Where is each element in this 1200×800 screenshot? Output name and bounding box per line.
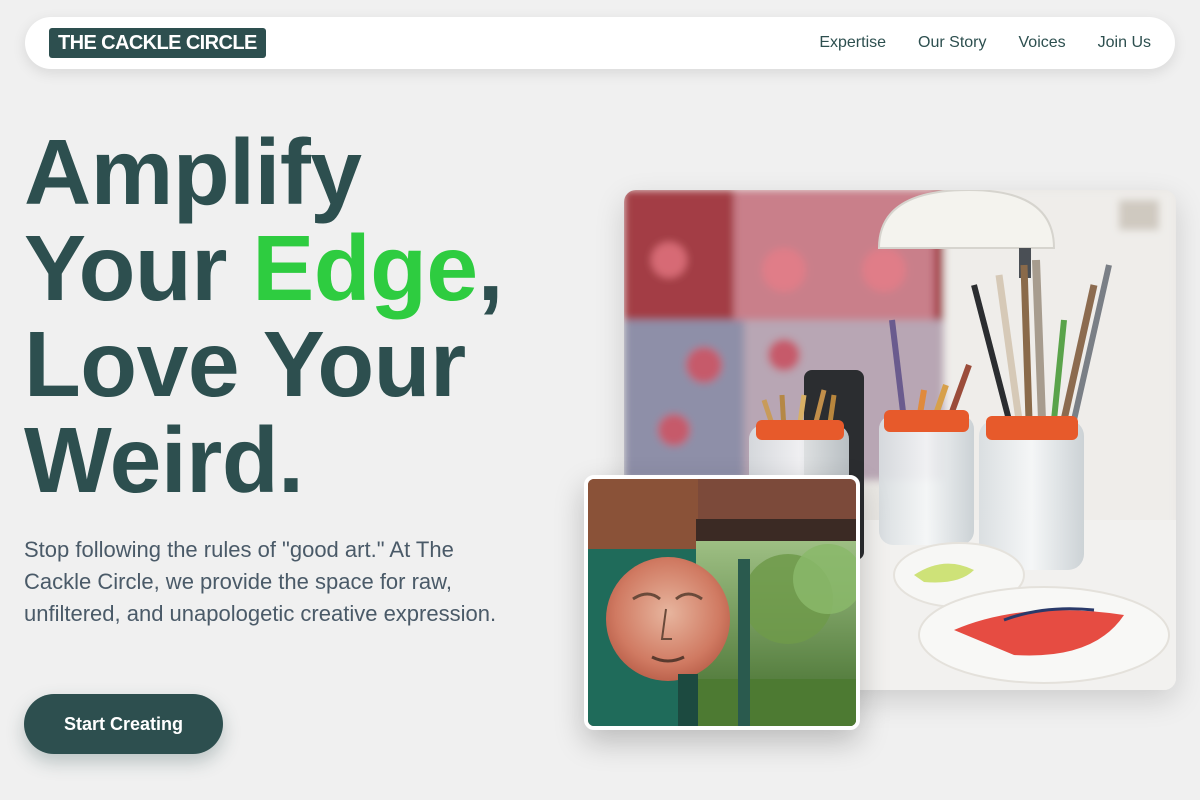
nav-link-voices[interactable]: Voices xyxy=(1019,34,1066,52)
hero-title-line-4: Weird. xyxy=(24,408,304,512)
nav-link-expertise[interactable]: Expertise xyxy=(819,34,886,52)
hero-title-line-3: Love Your xyxy=(24,312,466,416)
hero-title: Amplify Your Edge, Love Your Weird. xyxy=(24,124,504,508)
hero-title-comma: , xyxy=(477,216,504,320)
hero-title-accent-word: Edge xyxy=(252,216,478,320)
top-navbar: THE CACKLE CIRCLE Expertise Our Story Vo… xyxy=(25,17,1175,69)
mural-photo xyxy=(584,475,860,730)
nav-link-join-us[interactable]: Join Us xyxy=(1098,34,1151,52)
nav-links: Expertise Our Story Voices Join Us xyxy=(819,34,1151,52)
hero-title-line-1: Amplify xyxy=(24,120,362,224)
nav-link-our-story[interactable]: Our Story xyxy=(918,34,986,52)
hero-title-line-2-start: Your xyxy=(24,216,253,320)
mural-illustration xyxy=(588,479,856,726)
start-creating-button[interactable]: Start Creating xyxy=(24,694,223,754)
hero-subtitle: Stop following the rules of "good art." … xyxy=(24,537,497,626)
brand-logo[interactable]: THE CACKLE CIRCLE xyxy=(49,28,266,58)
